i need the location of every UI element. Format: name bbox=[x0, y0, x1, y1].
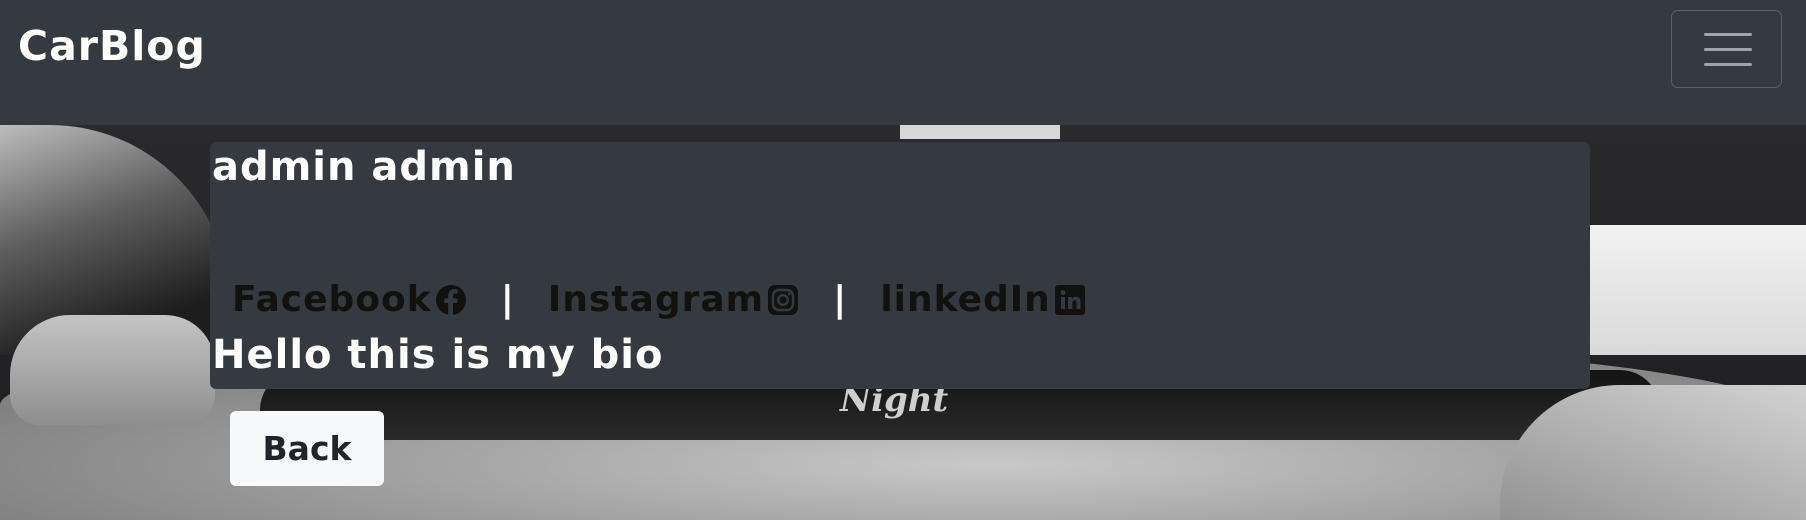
background-side-mirror bbox=[10, 315, 215, 425]
background-car-fender bbox=[1500, 385, 1806, 520]
background-window bbox=[1590, 225, 1806, 355]
linkedin-icon bbox=[1054, 284, 1085, 315]
background-car-pillar bbox=[0, 125, 230, 355]
page: CarBlog Night admin admin Facebook | Ins… bbox=[0, 0, 1806, 520]
back-button[interactable]: Back bbox=[230, 411, 384, 486]
brand-logo[interactable]: CarBlog bbox=[18, 22, 206, 70]
profile-bio: Hello this is my bio bbox=[212, 332, 664, 378]
navbar: CarBlog bbox=[0, 0, 1806, 125]
separator: | bbox=[833, 279, 847, 320]
instagram-link[interactable]: Instagram bbox=[548, 279, 799, 320]
background-window bbox=[900, 125, 1060, 139]
facebook-icon bbox=[435, 284, 466, 315]
facebook-link-label: Facebook bbox=[232, 279, 432, 320]
hamburger-bar bbox=[1704, 48, 1752, 51]
facebook-link[interactable]: Facebook bbox=[232, 279, 467, 320]
profile-card: admin admin Facebook | Instagram | linke… bbox=[210, 142, 1590, 389]
profile-name: admin admin bbox=[212, 144, 516, 190]
hamburger-menu-icon bbox=[1704, 33, 1752, 36]
instagram-icon bbox=[768, 284, 799, 315]
instagram-link-label: Instagram bbox=[547, 279, 765, 320]
separator: | bbox=[500, 279, 514, 320]
navbar-toggler-button[interactable] bbox=[1671, 10, 1782, 88]
hamburger-bar bbox=[1704, 63, 1752, 66]
social-links: Facebook | Instagram | linkedIn bbox=[232, 279, 1086, 320]
linkedin-link[interactable]: linkedIn bbox=[880, 279, 1086, 320]
linkedin-link-label: linkedIn bbox=[880, 279, 1051, 320]
